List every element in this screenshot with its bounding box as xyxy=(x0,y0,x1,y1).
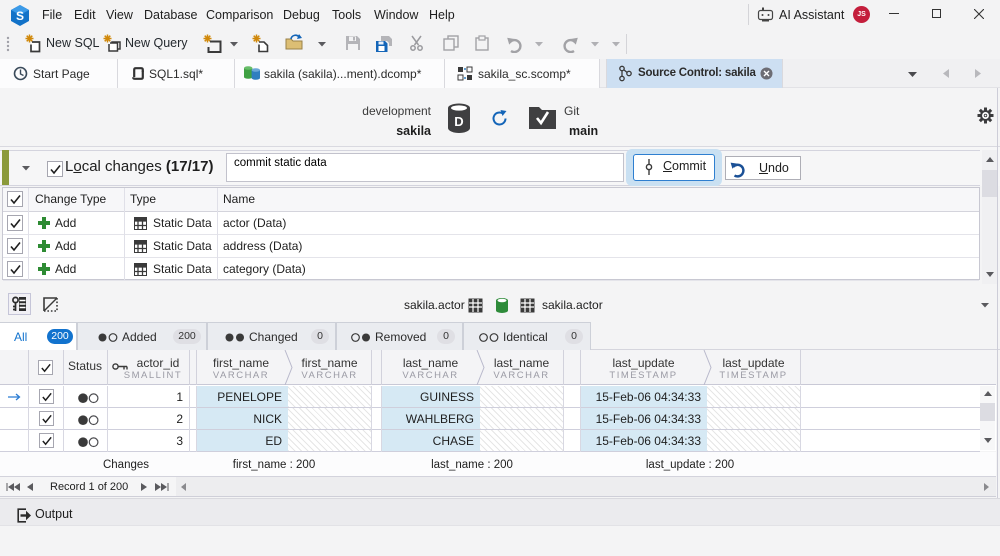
svg-text:S: S xyxy=(16,9,24,23)
svg-text:D: D xyxy=(454,114,463,129)
